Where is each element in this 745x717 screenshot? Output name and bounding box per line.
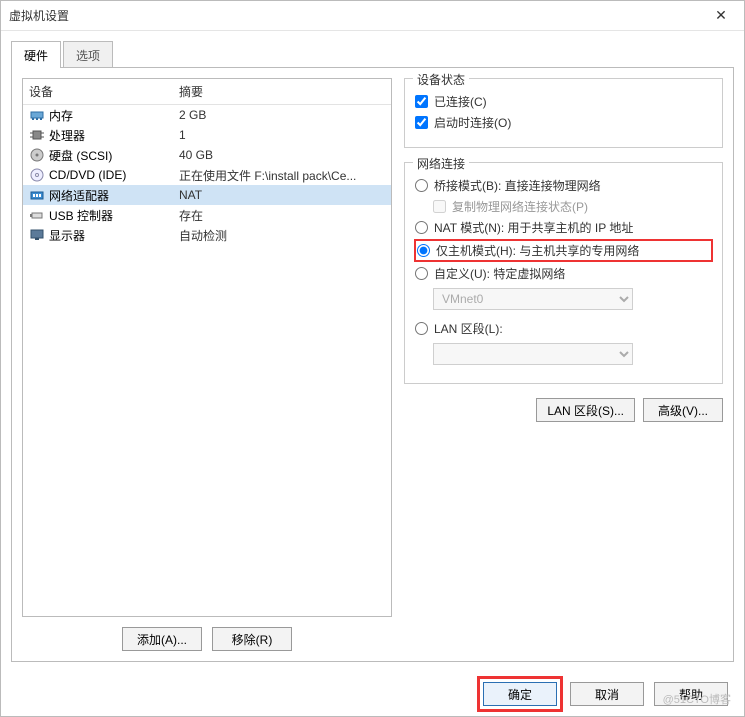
radio-bridged-input[interactable] bbox=[415, 179, 428, 192]
network-extra-buttons: LAN 区段(S)... 高级(V)... bbox=[404, 398, 723, 422]
radio-nat-input[interactable] bbox=[415, 221, 428, 234]
combo-lan-segment bbox=[433, 343, 633, 365]
radio-nat-label: NAT 模式(N): 用于共享主机的 IP 地址 bbox=[434, 219, 633, 236]
dialog-footer: 确定 取消 帮助 bbox=[1, 672, 744, 716]
radio-custom-label: 自定义(U): 特定虚拟网络 bbox=[434, 265, 565, 282]
group-title-network: 网络连接 bbox=[413, 155, 469, 172]
display-icon bbox=[29, 227, 45, 243]
device-summary: 1 bbox=[179, 128, 385, 142]
device-list-header: 设备 摘要 bbox=[23, 79, 391, 105]
cd-icon bbox=[29, 167, 45, 183]
radio-hostonly-label: 仅主机模式(H): 与主机共享的专用网络 bbox=[436, 242, 639, 259]
checkbox-connected[interactable]: 已连接(C) bbox=[415, 93, 712, 110]
advanced-button[interactable]: 高级(V)... bbox=[643, 398, 723, 422]
cancel-button[interactable]: 取消 bbox=[570, 682, 644, 706]
group-title-status: 设备状态 bbox=[413, 71, 469, 88]
device-row-cd[interactable]: CD/DVD (IDE) 正在使用文件 F:\install pack\Ce..… bbox=[23, 165, 391, 185]
device-summary: 40 GB bbox=[179, 148, 385, 162]
device-name: 处理器 bbox=[49, 127, 179, 144]
device-name: 显示器 bbox=[49, 227, 179, 244]
remove-button[interactable]: 移除(R) bbox=[212, 627, 292, 651]
device-summary: 2 GB bbox=[179, 108, 385, 122]
network-icon bbox=[29, 187, 45, 203]
radio-custom[interactable]: 自定义(U): 特定虚拟网络 bbox=[415, 265, 712, 282]
device-summary: 正在使用文件 F:\install pack\Ce... bbox=[179, 167, 385, 184]
device-summary: 存在 bbox=[179, 207, 385, 224]
checkbox-replicate-physical: 复制物理网络连接状态(P) bbox=[433, 198, 712, 215]
lan-segments-button[interactable]: LAN 区段(S)... bbox=[536, 398, 635, 422]
radio-lan-segment-input[interactable] bbox=[415, 322, 428, 335]
device-list: 设备 摘要 内存 2 GB 处理器 1 硬盘 (SCSI) 40 G bbox=[22, 78, 392, 617]
radio-hostonly-input[interactable] bbox=[417, 244, 430, 257]
tab-hardware[interactable]: 硬件 bbox=[11, 41, 61, 68]
group-device-status: 设备状态 已连接(C) 启动时连接(O) bbox=[404, 78, 723, 148]
device-row-cpu[interactable]: 处理器 1 bbox=[23, 125, 391, 145]
right-panel: 设备状态 已连接(C) 启动时连接(O) 网络连接 桥接模式(B): 直接连接物… bbox=[404, 78, 723, 651]
device-row-display[interactable]: 显示器 自动检测 bbox=[23, 225, 391, 245]
device-name: USB 控制器 bbox=[49, 207, 179, 224]
vm-settings-window: 虚拟机设置 ✕ 硬件 选项 设备 摘要 内存 2 GB 处理器 bbox=[0, 0, 745, 717]
col-header-summary: 摘要 bbox=[179, 83, 385, 100]
window-title: 虚拟机设置 bbox=[9, 7, 706, 24]
add-button[interactable]: 添加(A)... bbox=[122, 627, 202, 651]
device-summary: NAT bbox=[179, 188, 385, 202]
checkbox-connect-startup-input[interactable] bbox=[415, 116, 428, 129]
ok-highlight: 确定 bbox=[480, 679, 560, 709]
radio-custom-input[interactable] bbox=[415, 267, 428, 280]
radio-nat[interactable]: NAT 模式(N): 用于共享主机的 IP 地址 bbox=[415, 219, 712, 236]
ok-button[interactable]: 确定 bbox=[483, 682, 557, 706]
checkbox-replicate-physical-label: 复制物理网络连接状态(P) bbox=[452, 198, 588, 215]
usb-icon bbox=[29, 207, 45, 223]
device-name: CD/DVD (IDE) bbox=[49, 168, 179, 182]
cpu-icon bbox=[29, 127, 45, 143]
radio-lan-segment-label: LAN 区段(L): bbox=[434, 320, 503, 337]
device-row-usb[interactable]: USB 控制器 存在 bbox=[23, 205, 391, 225]
close-icon[interactable]: ✕ bbox=[706, 7, 736, 24]
radio-hostonly[interactable]: 仅主机模式(H): 与主机共享的专用网络 bbox=[415, 240, 712, 261]
radio-lan-segment[interactable]: LAN 区段(L): bbox=[415, 320, 712, 337]
memory-icon bbox=[29, 107, 45, 123]
radio-bridged-label: 桥接模式(B): 直接连接物理网络 bbox=[434, 177, 601, 194]
col-header-device: 设备 bbox=[29, 83, 179, 100]
device-summary: 自动检测 bbox=[179, 227, 385, 244]
checkbox-connected-input[interactable] bbox=[415, 95, 428, 108]
left-panel: 设备 摘要 内存 2 GB 处理器 1 硬盘 (SCSI) 40 G bbox=[22, 78, 392, 651]
tab-options[interactable]: 选项 bbox=[63, 41, 113, 68]
tab-strip: 硬件 选项 bbox=[1, 37, 744, 67]
tab-content: 设备 摘要 内存 2 GB 处理器 1 硬盘 (SCSI) 40 G bbox=[11, 67, 734, 662]
device-row-memory[interactable]: 内存 2 GB bbox=[23, 105, 391, 125]
device-name: 内存 bbox=[49, 107, 179, 124]
radio-bridged[interactable]: 桥接模式(B): 直接连接物理网络 bbox=[415, 177, 712, 194]
checkbox-connect-startup[interactable]: 启动时连接(O) bbox=[415, 114, 712, 131]
device-list-buttons: 添加(A)... 移除(R) bbox=[22, 627, 392, 651]
device-name: 硬盘 (SCSI) bbox=[49, 147, 179, 164]
device-row-disk[interactable]: 硬盘 (SCSI) 40 GB bbox=[23, 145, 391, 165]
checkbox-replicate-physical-input bbox=[433, 200, 446, 213]
disk-icon bbox=[29, 147, 45, 163]
device-name: 网络适配器 bbox=[49, 187, 179, 204]
combo-custom-vmnet: VMnet0 bbox=[433, 288, 633, 310]
group-network-connection: 网络连接 桥接模式(B): 直接连接物理网络 复制物理网络连接状态(P) NAT… bbox=[404, 162, 723, 384]
checkbox-connected-label: 已连接(C) bbox=[434, 93, 487, 110]
help-button[interactable]: 帮助 bbox=[654, 682, 728, 706]
checkbox-connect-startup-label: 启动时连接(O) bbox=[434, 114, 511, 131]
titlebar: 虚拟机设置 ✕ bbox=[1, 1, 744, 31]
device-row-network[interactable]: 网络适配器 NAT bbox=[23, 185, 391, 205]
